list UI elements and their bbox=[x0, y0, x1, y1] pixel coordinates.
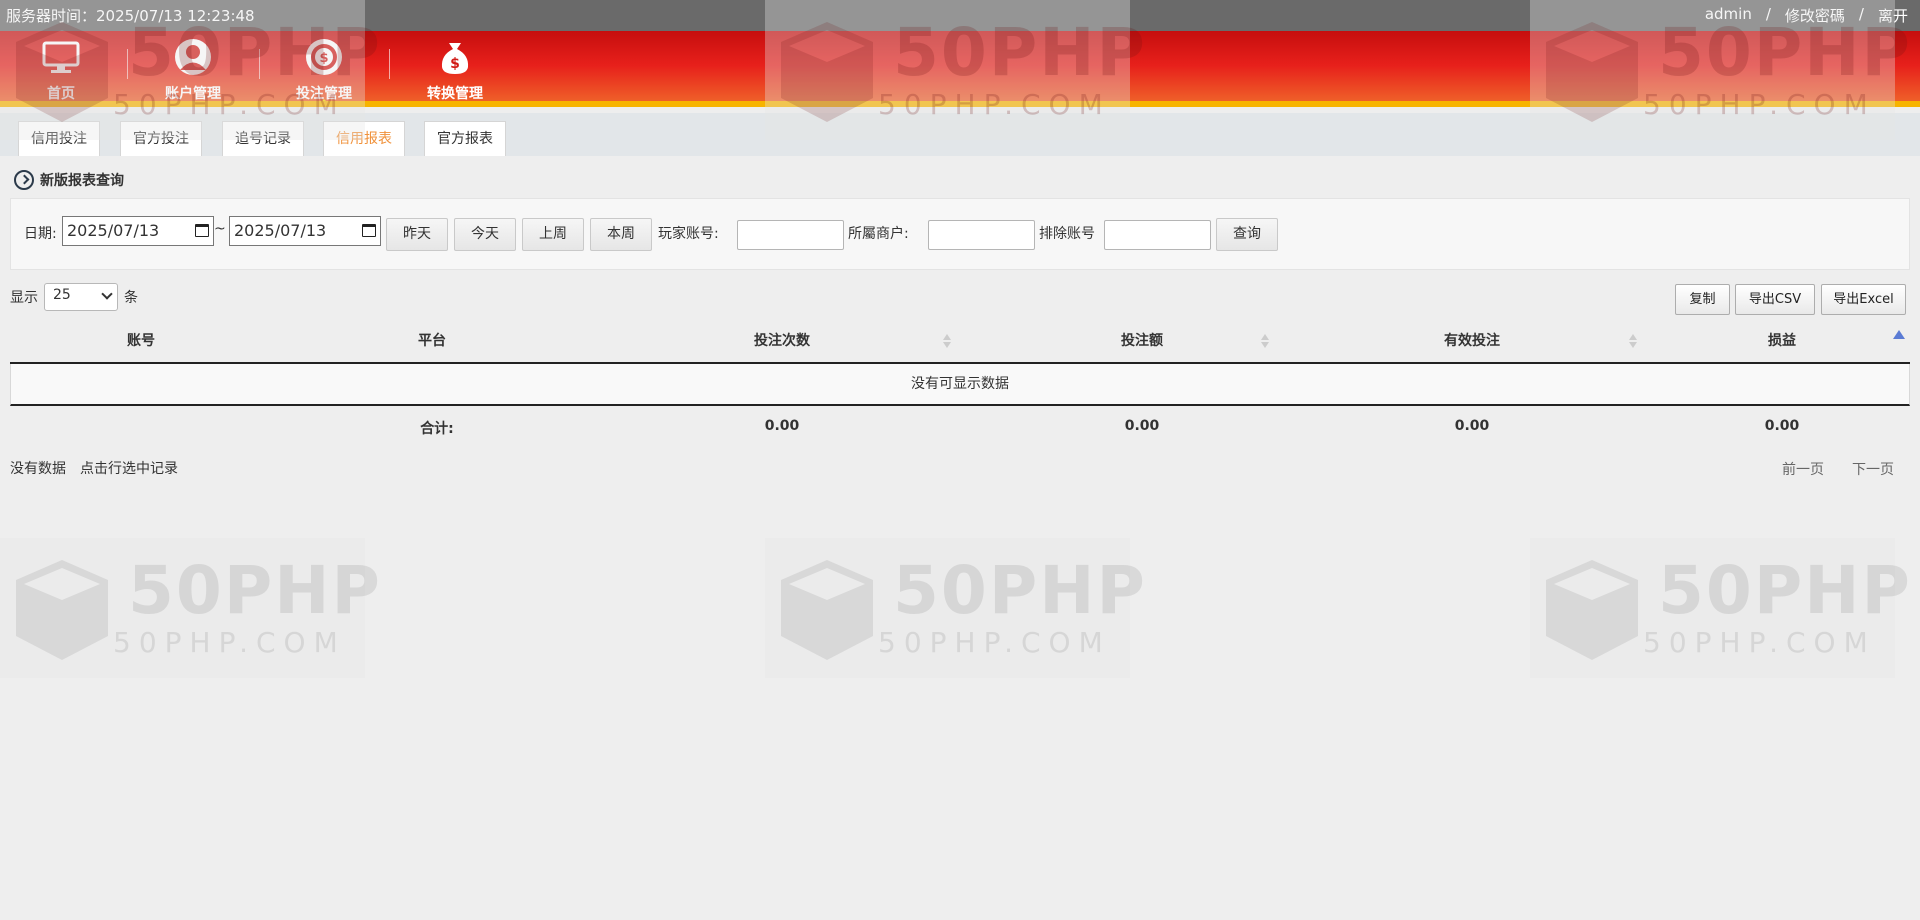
page-size-value: 25 bbox=[53, 287, 71, 303]
header-stripe bbox=[0, 101, 1920, 107]
watermark: 50PHP 50PHP.COM bbox=[765, 538, 1145, 678]
watermark-subtext: 50PHP.COM bbox=[113, 626, 346, 659]
filter-panel: 日期: 2025/07/13 ~ 2025/07/13 昨天 今天 上周 本周 … bbox=[10, 198, 1910, 270]
section-header: 新版报表查询 bbox=[14, 170, 124, 190]
watermark-text: 50PHP bbox=[893, 552, 1147, 629]
export-excel-button[interactable]: 导出Excel bbox=[1821, 284, 1906, 315]
sort-icon[interactable] bbox=[1260, 332, 1270, 352]
this-week-button[interactable]: 本周 bbox=[590, 218, 652, 251]
cube-logo-icon bbox=[1546, 560, 1638, 660]
calendar-icon[interactable] bbox=[195, 224, 209, 237]
tab-official-report[interactable]: 官方报表 bbox=[424, 121, 506, 156]
merchant-label: 所屬商户: bbox=[848, 226, 909, 242]
total-profit: 0.00 bbox=[1764, 418, 1800, 434]
calendar-icon[interactable] bbox=[362, 224, 376, 237]
nav-item-accounts[interactable]: 账户管理 bbox=[148, 35, 238, 102]
player-account-input[interactable] bbox=[737, 220, 844, 250]
export-csv-button[interactable]: 导出CSV bbox=[1735, 284, 1815, 315]
chip-icon: $ bbox=[306, 39, 342, 75]
table-status: 没有数据 点击行选中记录 bbox=[10, 458, 178, 478]
today-button[interactable]: 今天 bbox=[454, 218, 516, 251]
svg-text:$: $ bbox=[450, 56, 460, 72]
chevron-down-icon bbox=[101, 288, 113, 300]
date-range-tilde: ~ bbox=[214, 221, 226, 237]
nav-divider bbox=[259, 49, 260, 79]
sort-icon[interactable] bbox=[942, 332, 952, 352]
username-link[interactable]: admin bbox=[1705, 5, 1752, 26]
date-from-input[interactable]: 2025/07/13 bbox=[62, 216, 214, 246]
last-week-button[interactable]: 上周 bbox=[522, 218, 584, 251]
exclude-account-label: 排除账号 bbox=[1039, 226, 1095, 242]
total-label: 合计: bbox=[420, 421, 454, 437]
column-header-platform[interactable]: 平台 bbox=[272, 326, 592, 364]
user-links: admin / 修改密碼 / 离开 bbox=[1705, 5, 1908, 26]
nav-label: 转换管理 bbox=[427, 86, 483, 102]
nav-item-home[interactable]: 首页 bbox=[16, 35, 106, 102]
next-page-button[interactable]: 下一页 bbox=[1852, 459, 1894, 479]
watermark: 50PHP 50PHP.COM bbox=[1530, 538, 1910, 678]
logout-link[interactable]: 离开 bbox=[1878, 5, 1908, 26]
total-valid-bet: 0.00 bbox=[1454, 418, 1490, 434]
column-header-valid-bet[interactable]: 有效投注 bbox=[1312, 326, 1632, 364]
nav-label: 首页 bbox=[47, 86, 75, 102]
user-icon bbox=[175, 39, 211, 75]
yesterday-button[interactable]: 昨天 bbox=[386, 218, 448, 251]
column-header-profit[interactable]: 损益 bbox=[1632, 326, 1920, 364]
tab-credit-report[interactable]: 信用报表 bbox=[323, 121, 405, 156]
nav-divider bbox=[127, 49, 128, 79]
unit-label: 条 bbox=[124, 290, 138, 306]
date-to-value: 2025/07/13 bbox=[234, 221, 327, 240]
server-time: 服务器时间：2025/07/13 12:23:48 bbox=[6, 7, 255, 25]
total-bet-count: 0.00 bbox=[764, 418, 800, 434]
watermark-text: 50PHP bbox=[128, 552, 382, 629]
table-footer: 合计: 0.00 0.00 0.00 0.00 bbox=[10, 406, 1910, 450]
separator: / bbox=[1858, 5, 1864, 23]
cube-logo-icon bbox=[16, 560, 108, 660]
query-button[interactable]: 查询 bbox=[1216, 218, 1278, 251]
nav-divider bbox=[389, 49, 390, 79]
total-bet-amount: 0.00 bbox=[1124, 418, 1160, 434]
column-header-bet-count[interactable]: 投注次数 bbox=[592, 326, 972, 364]
sort-ascending-icon[interactable] bbox=[1893, 330, 1905, 339]
tab-official-bets[interactable]: 官方投注 bbox=[120, 121, 202, 156]
nav-label: 账户管理 bbox=[165, 86, 221, 102]
tab-credit-bets[interactable]: 信用投注 bbox=[18, 121, 100, 156]
monitor-icon bbox=[42, 41, 80, 73]
empty-table-message: 没有可显示数据 bbox=[10, 364, 1910, 406]
separator: / bbox=[1765, 5, 1771, 23]
show-label: 显示 bbox=[10, 290, 38, 306]
watermark-subtext: 50PHP.COM bbox=[1643, 626, 1876, 659]
exclude-account-input[interactable] bbox=[1104, 220, 1211, 250]
page-size-control: 显示 25 条 bbox=[10, 283, 138, 311]
section-title: 新版报表查询 bbox=[40, 173, 124, 189]
table-header: 账号 平台 投注次数 投注额 有效投注 损益 bbox=[10, 326, 1910, 364]
tab-chase-records[interactable]: 追号记录 bbox=[222, 121, 304, 156]
table-info: 没有数据 bbox=[10, 461, 66, 477]
pagination: 前一页 下一页 bbox=[1782, 459, 1894, 479]
nav-item-bets[interactable]: $ 投注管理 bbox=[279, 35, 369, 102]
date-label: 日期: bbox=[24, 226, 57, 242]
change-password-link[interactable]: 修改密碼 bbox=[1785, 5, 1845, 26]
watermark-subtext: 50PHP.COM bbox=[878, 626, 1111, 659]
watermark: 50PHP 50PHP.COM bbox=[0, 538, 380, 678]
cube-logo-icon bbox=[781, 560, 873, 660]
subtab-bar: 信用投注 官方投注 追号记录 信用报表 官方报表 bbox=[0, 113, 1920, 156]
watermark-text: 50PHP bbox=[1658, 552, 1912, 629]
copy-button[interactable]: 复制 bbox=[1675, 284, 1730, 315]
selection-hint: 点击行选中记录 bbox=[80, 461, 178, 477]
nav-item-transfer[interactable]: $ 转换管理 bbox=[410, 35, 500, 102]
prev-page-button[interactable]: 前一页 bbox=[1782, 459, 1824, 479]
merchant-input[interactable] bbox=[928, 220, 1035, 250]
money-bag-icon: $ bbox=[441, 43, 469, 74]
chevron-circle-icon bbox=[14, 170, 34, 190]
date-to-input[interactable]: 2025/07/13 bbox=[229, 216, 381, 246]
date-from-value: 2025/07/13 bbox=[67, 221, 160, 240]
top-status-bar: 服务器时间：2025/07/13 12:23:48 admin / 修改密碼 /… bbox=[0, 0, 1920, 31]
player-account-label: 玩家账号: bbox=[658, 226, 719, 242]
svg-text:$: $ bbox=[319, 51, 328, 66]
column-header-account[interactable]: 账号 bbox=[10, 326, 272, 364]
main-header: 首页 账户管理 $ 投注管理 $ 转换管理 bbox=[0, 31, 1920, 107]
page-size-select[interactable]: 25 bbox=[44, 283, 118, 311]
